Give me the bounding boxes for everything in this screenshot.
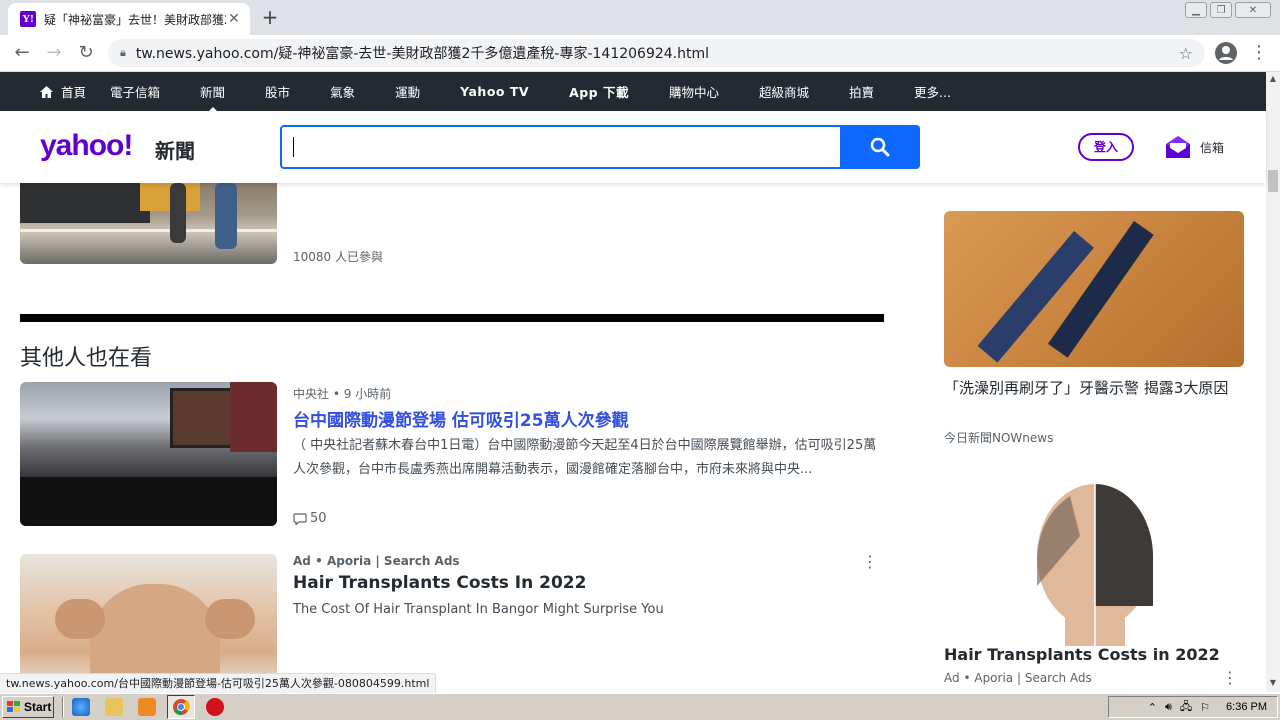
- nav-item-mail[interactable]: 電子信箱: [110, 82, 160, 101]
- nav-item-stocks[interactable]: 股市: [265, 82, 290, 101]
- login-button[interactable]: 登入: [1078, 133, 1134, 161]
- search-input[interactable]: [280, 125, 920, 169]
- article-source: 中央社: [293, 387, 330, 401]
- folder-icon[interactable]: [105, 698, 123, 716]
- search-icon: [870, 137, 890, 157]
- comment-icon: [293, 512, 307, 525]
- system-tray: ⌃ 🔊︎ 🖧︎ ⚐ 6:36 PM: [1108, 696, 1278, 718]
- section-title: 其他人也在看: [20, 346, 153, 371]
- nav-item-yahoo-tv[interactable]: Yahoo TV: [460, 84, 529, 99]
- yahoo-favicon-icon: Y!: [20, 11, 36, 27]
- nav-item-home[interactable]: 首頁: [40, 82, 86, 101]
- new-tab-button[interactable]: +: [258, 6, 282, 30]
- back-arrow-icon[interactable]: ←: [10, 41, 34, 65]
- clock: 6:36 PM: [1226, 701, 1267, 713]
- media-player-icon[interactable]: [138, 698, 156, 716]
- browser-menu-icon[interactable]: ⋮: [1247, 41, 1271, 65]
- scroll-down-arrow-icon[interactable]: ▼: [1266, 676, 1280, 690]
- ad-options-icon[interactable]: ⋮: [862, 552, 878, 572]
- nav-item-app-download[interactable]: App 下載: [569, 82, 629, 101]
- forward-arrow-icon[interactable]: →: [42, 41, 66, 65]
- ad-meta: Ad • Aporia | Search Ads: [293, 554, 460, 568]
- start-button[interactable]: Start: [2, 696, 54, 718]
- participants-count: 10080 人已參與: [293, 250, 383, 264]
- comments-count: 50: [310, 511, 327, 526]
- link-status-bubble: tw.news.yahoo.com/台中國際動漫節登場-估可吸引25萬人次參觀-…: [0, 673, 437, 693]
- yahoo-logo[interactable]: yahoo!: [40, 129, 133, 163]
- article-thumbnail-street[interactable]: [20, 183, 277, 264]
- rail-ad-title[interactable]: Hair Transplants Costs in 2022: [944, 645, 1220, 664]
- ad-title-link[interactable]: Hair Transplants Costs In 2022: [293, 573, 586, 593]
- section-divider: [20, 314, 884, 322]
- nav-item-weather[interactable]: 氣象: [330, 82, 355, 101]
- ad-label: Ad: [293, 554, 311, 568]
- address-url[interactable]: tw.news.yahoo.com/疑-神祕富豪-去世-美財政部獲2千多億遺產稅…: [136, 43, 1179, 63]
- home-icon: [40, 85, 53, 98]
- ad-sponsor[interactable]: Aporia | Search Ads: [974, 671, 1091, 685]
- address-bar[interactable]: 🔒︎ tw.news.yahoo.com/疑-神祕富豪-去世-美財政部獲2千多億…: [108, 39, 1205, 67]
- page-scrollbar[interactable]: [1266, 72, 1280, 692]
- ad-sponsor[interactable]: Aporia | Search Ads: [327, 554, 460, 568]
- yahoo-news-label[interactable]: 新聞: [155, 135, 195, 164]
- reload-icon[interactable]: ↻: [74, 41, 98, 65]
- network-icon[interactable]: 🖧︎: [1180, 698, 1192, 717]
- tab-title: 疑「神祕富豪」去世！美財政部獲2千: [44, 12, 226, 27]
- chrome-taskbar-button[interactable]: [167, 695, 195, 719]
- stop-icon[interactable]: [206, 698, 224, 716]
- internet-explorer-icon[interactable]: [72, 698, 90, 716]
- bookmark-star-icon[interactable]: ☆: [1179, 44, 1193, 63]
- nav-item-sports[interactable]: 運動: [395, 82, 420, 101]
- article-summary: （ 中央社記者蘇木春台中1日電）台中國際動漫節今天起至4日於台中國際展覽館舉辦，…: [293, 438, 877, 477]
- yahoo-header: yahoo! 新聞 登入 信箱: [0, 111, 1266, 183]
- browser-tab-strip: Y! 疑「神祕富豪」去世！美財政部獲2千 ✕ + ▁ ❐ ✕: [0, 0, 1280, 35]
- chrome-icon: [173, 699, 190, 716]
- yahoo-top-nav: 首頁 電子信箱 新聞 股市 氣象 運動 Yahoo TV App 下載 購物中心…: [0, 72, 1266, 113]
- windows-logo-icon: [7, 701, 20, 712]
- article-thumbnail-expo[interactable]: [20, 382, 277, 526]
- search-button[interactable]: [840, 125, 920, 169]
- text-caret: [293, 137, 294, 157]
- browser-tab[interactable]: Y! 疑「神祕富豪」去世！美財政部獲2千 ✕: [8, 3, 250, 35]
- comments-link[interactable]: 50: [293, 511, 327, 526]
- meta-separator: •: [963, 671, 975, 685]
- article-title-link[interactable]: 台中國際動漫節登場 估可吸引25萬人次參觀: [293, 406, 629, 431]
- profile-avatar-icon[interactable]: [1215, 42, 1237, 64]
- nav-item-more[interactable]: 更多...: [914, 82, 951, 101]
- rail-article-title[interactable]: 「洗澡別再刷牙了」牙醫示警 揭露3大原因: [944, 376, 1244, 400]
- tray-expand-icon[interactable]: ⌃: [1148, 701, 1157, 714]
- nav-item-shopping[interactable]: 購物中心: [669, 82, 719, 101]
- ad-description: The Cost Of Hair Transplant In Bangor Mi…: [293, 602, 664, 617]
- flag-icon[interactable]: ⚐: [1200, 701, 1210, 714]
- scrollbar-thumb[interactable]: [1268, 170, 1278, 192]
- volume-icon[interactable]: 🔊︎: [1165, 701, 1172, 714]
- rail-ad-options-icon[interactable]: ⋮: [1222, 668, 1238, 688]
- windows-taskbar: Start ⌃ 🔊︎ 🖧︎ ⚐ 6:36 PM: [0, 693, 1280, 720]
- article-meta: 中央社 • 9 小時前: [293, 385, 391, 402]
- taskbar-separator: [62, 697, 64, 717]
- article-time: 9 小時前: [343, 387, 392, 401]
- close-tab-icon[interactable]: ✕: [226, 11, 242, 27]
- restore-window-icon[interactable]: ❐: [1210, 2, 1232, 18]
- close-window-icon[interactable]: ✕: [1235, 2, 1271, 18]
- scroll-up-arrow-icon[interactable]: ▲: [1266, 72, 1280, 86]
- lock-icon: 🔒︎: [120, 46, 126, 59]
- rail-thumbnail-toothbrush[interactable]: [944, 211, 1244, 367]
- rail-ad-thumbnail-hair[interactable]: [1030, 476, 1160, 646]
- ad-label: Ad: [944, 671, 960, 685]
- browser-toolbar: ← → ↻ 🔒︎ tw.news.yahoo.com/疑-神祕富豪-去世-美財政…: [0, 35, 1280, 72]
- mail-icon[interactable]: [1165, 135, 1191, 159]
- rail-article-source: 今日新聞NOWnews: [944, 431, 1054, 445]
- minimize-window-icon[interactable]: ▁: [1185, 2, 1207, 18]
- nav-item-mall[interactable]: 超級商城: [759, 82, 809, 101]
- meta-separator: •: [332, 387, 344, 401]
- mail-link[interactable]: 信箱: [1200, 139, 1224, 156]
- meta-separator: •: [315, 554, 327, 568]
- nav-item-auction[interactable]: 拍賣: [849, 82, 874, 101]
- nav-item-news[interactable]: 新聞: [200, 82, 225, 113]
- rail-ad-meta: Ad • Aporia | Search Ads: [944, 671, 1092, 685]
